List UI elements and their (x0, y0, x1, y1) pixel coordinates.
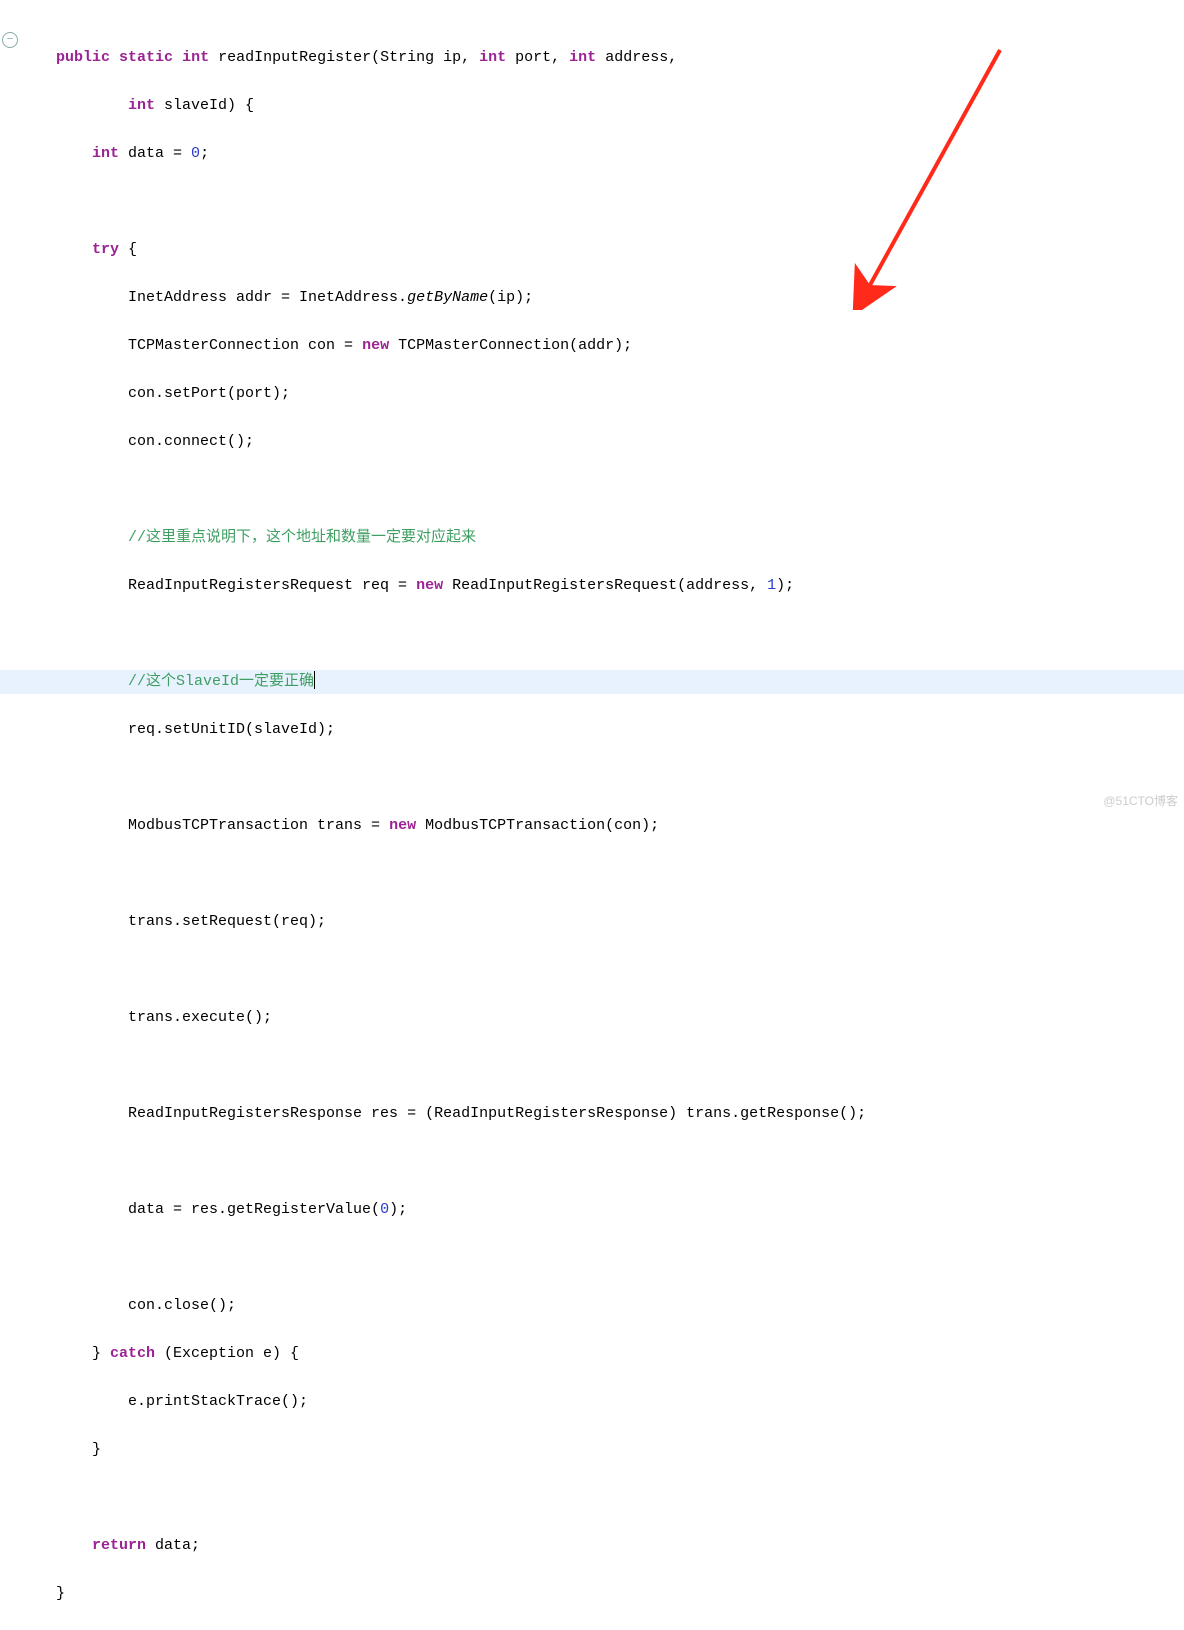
fold-minus-icon[interactable]: − (2, 32, 18, 48)
code-line: return data; (20, 1534, 1184, 1558)
keyword: new (389, 817, 416, 834)
keyword: return (92, 1537, 146, 1554)
code-line: con.connect(); (20, 430, 1184, 454)
number-literal: 0 (380, 1201, 389, 1218)
code-line: } (20, 1438, 1184, 1462)
keyword: public (56, 49, 110, 66)
code-line: e.printStackTrace(); (20, 1390, 1184, 1414)
blank-line (20, 1150, 1184, 1174)
code-line: con.setPort(port); (20, 382, 1184, 406)
code-line: //这里重点说明下，这个地址和数量一定要对应起来 (20, 526, 1184, 550)
blank-line (20, 1246, 1184, 1270)
number-literal: 1 (767, 577, 776, 594)
watermark: @51CTO博客 (1103, 789, 1178, 813)
blank-line (20, 478, 1184, 502)
blank-line (20, 958, 1184, 982)
blank-line (20, 622, 1184, 646)
keyword: catch (110, 1345, 155, 1362)
comment: //这个SlaveId一定要正确 (128, 673, 314, 690)
highlighted-line: //这个SlaveId一定要正确 (0, 670, 1184, 694)
keyword: new (416, 577, 443, 594)
keyword: int (569, 49, 596, 66)
code-line: try { (20, 238, 1184, 262)
comment: //这里重点说明下，这个地址和数量一定要对应起来 (128, 529, 476, 546)
keyword: new (362, 337, 389, 354)
method-call: getByName (407, 289, 488, 306)
code-editor[interactable]: public static int readInputRegister(Stri… (20, 22, 1184, 1630)
code-line: int data = 0; (20, 142, 1184, 166)
number-literal: 0 (191, 145, 200, 162)
code-line: } catch (Exception e) { (20, 1342, 1184, 1366)
keyword: static (119, 49, 173, 66)
code-line: ModbusTCPTransaction trans = new ModbusT… (20, 814, 1184, 838)
code-line: ReadInputRegistersResponse res = (ReadIn… (20, 1102, 1184, 1126)
keyword: int (92, 145, 119, 162)
code-line: con.close(); (20, 1294, 1184, 1318)
blank-line (20, 766, 1184, 790)
code-line: data = res.getRegisterValue(0); (20, 1198, 1184, 1222)
keyword: int (182, 49, 209, 66)
code-line: } (20, 1582, 1184, 1606)
blank-line (20, 190, 1184, 214)
blank-line (20, 862, 1184, 886)
code-line: InetAddress addr = InetAddress.getByName… (20, 286, 1184, 310)
blank-line (20, 1054, 1184, 1078)
code-line: trans.execute(); (20, 1006, 1184, 1030)
code-line: ReadInputRegistersRequest req = new Read… (20, 574, 1184, 598)
code-line: public static int readInputRegister(Stri… (20, 46, 1184, 70)
code-line: TCPMasterConnection con = new TCPMasterC… (20, 334, 1184, 358)
keyword: int (128, 97, 155, 114)
keyword: try (92, 241, 119, 258)
code-line: int slaveId) { (20, 94, 1184, 118)
blank-line (20, 1486, 1184, 1510)
text-cursor (314, 671, 315, 689)
code-line: trans.setRequest(req); (20, 910, 1184, 934)
code-line: req.setUnitID(slaveId); (20, 718, 1184, 742)
keyword: int (479, 49, 506, 66)
